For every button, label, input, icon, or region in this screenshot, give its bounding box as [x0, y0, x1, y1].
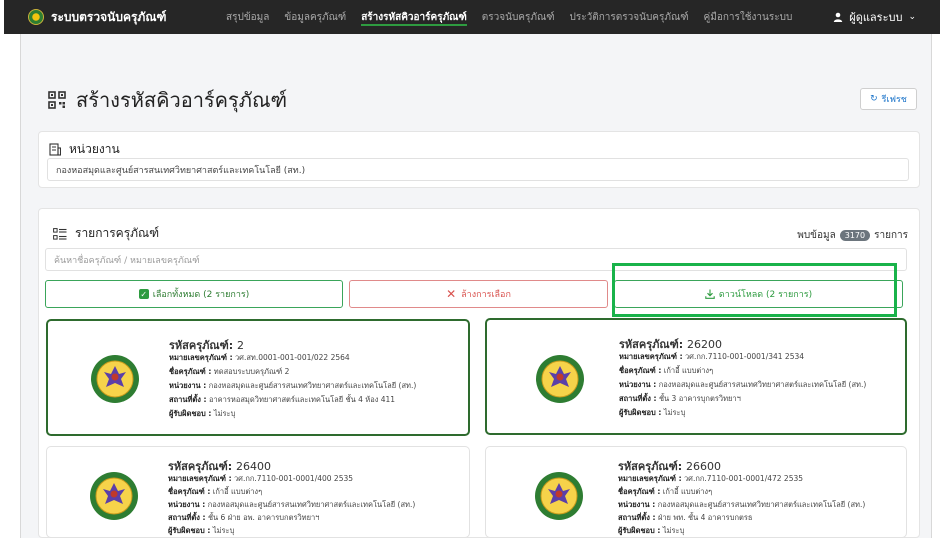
- clear-selection-label: ล้างการเลือก: [461, 290, 511, 300]
- brand[interactable]: ระบบตรวจนับครุภัณฑ์: [28, 8, 166, 27]
- asset-unit: หน่วยงาน : กองหอสมุดและศูนย์สารสนเทศวิทย…: [618, 500, 866, 509]
- asset-list-heading: รายการครุภัณฑ์: [53, 224, 159, 243]
- asset-number: หมายเลขครุภัณฑ์ : วศ.กก.7110-001-0001/40…: [168, 474, 354, 483]
- asset-owner: ผู้รับผิดชอบ : ไม่ระบุ: [168, 526, 235, 535]
- user-menu[interactable]: ผู้ดูแลระบบ ⌄: [833, 0, 916, 34]
- download-highlight-box: [612, 263, 897, 317]
- brand-logo-icon: [28, 9, 44, 25]
- nav-item-manual[interactable]: คู่มือการใช้งานระบบ: [704, 0, 793, 34]
- asset-location: สถานที่ตั้ง : ฝ่าย พท. ชั้น 4 อาคารบกตรธ: [618, 513, 753, 522]
- asset-number: หมายเลขครุภัณฑ์ : วศ.สท.0001-001-001/022…: [169, 353, 350, 362]
- asset-card[interactable]: รหัสครุภัณฑ์: 2 หมายเลขครุภัณฑ์ : วศ.สท.…: [46, 319, 470, 436]
- asset-name: ชื่อครุภัณฑ์ : เก้าอี้ แบบต่างๆ: [619, 366, 714, 375]
- result-count-badge: 3170: [839, 230, 871, 241]
- agency-title: หน่วยงาน: [69, 142, 120, 156]
- asset-location: สถานที่ตั้ง : อาคารหอสมุดวิทยาศาสตร์และเ…: [169, 395, 396, 404]
- asset-unit: หน่วยงาน : กองหอสมุดและศูนย์สารสนเทศวิทย…: [168, 500, 416, 509]
- asset-location: สถานที่ตั้ง : ชั้น 6 ฝ่าย อพ. อาคารบกตรว…: [168, 513, 320, 522]
- chevron-down-icon: ⌄: [908, 12, 916, 22]
- refresh-label: รีเฟรช: [881, 95, 907, 105]
- close-icon: ✕: [446, 287, 457, 301]
- asset-number: หมายเลขครุภัณฑ์ : วศ.กก.7110-001-0001/47…: [618, 474, 804, 483]
- agency-field[interactable]: กองหอสมุดและศูนย์สารสนเทศวิทยาศาสตร์และเ…: [47, 158, 909, 181]
- check-icon: ✓: [138, 289, 149, 299]
- refresh-icon: ↻: [870, 94, 878, 104]
- nav-item-inventory-check[interactable]: ตรวจนับครุภัณฑ์: [482, 0, 555, 34]
- user-icon: [834, 12, 843, 22]
- nav-item-asset-data[interactable]: ข้อมูลครุภัณฑ์: [284, 0, 346, 34]
- select-all-label: เลือกทั้งหมด (2 รายการ): [152, 290, 250, 300]
- qr-code-icon: [48, 91, 66, 109]
- asset-unit: หน่วยงาน : กองหอสมุดและศูนย์สารสนเทศวิทย…: [619, 380, 867, 389]
- agency-heading: หน่วยงาน: [49, 140, 120, 159]
- asset-name: ชื่อครุภัณฑ์ : เก้าอี้ แบบต่างๆ: [168, 487, 263, 496]
- top-navbar: ระบบตรวจนับครุภัณฑ์ สรุปข้อมูล ข้อมูลครุ…: [4, 0, 940, 34]
- nav-item-summary[interactable]: สรุปข้อมูล: [226, 0, 269, 34]
- asset-list-title: รายการครุภัณฑ์: [75, 226, 160, 240]
- result-count-unit: รายการ: [874, 230, 908, 241]
- nav-item-check-history[interactable]: ประวัติการตรวจนับครุภัณฑ์: [570, 0, 689, 34]
- asset-name: ชื่อครุภัณฑ์ : เก้าอี้ แบบต่างๆ: [618, 487, 713, 496]
- asset-owner: ผู้รับผิดชอบ : ไม่ระบุ: [618, 526, 685, 535]
- asset-location: สถานที่ตั้ง : ชั้น 3 อาคารบุกตรวิทยาฯ: [619, 394, 741, 403]
- asset-card[interactable]: รหัสครุภัณฑ์: 26600 หมายเลขครุภัณฑ์ : วศ…: [485, 446, 907, 538]
- emblem-icon: [536, 355, 584, 403]
- page-title: สร้างรหัสคิวอาร์ครุภัณฑ์: [76, 88, 288, 112]
- list-icon: [53, 227, 67, 240]
- main-nav: สรุปข้อมูล ข้อมูลครุภัณฑ์ สร้างรหัสคิวอา…: [226, 0, 807, 34]
- clear-selection-button[interactable]: ✕ ล้างการเลือก: [349, 280, 608, 308]
- user-name: ผู้ดูแลระบบ: [849, 11, 903, 24]
- nav-item-create-qr[interactable]: สร้างรหัสคิวอาร์ครุภัณฑ์: [361, 0, 467, 34]
- asset-number: หมายเลขครุภัณฑ์ : วศ.กก.7110-001-0001/34…: [619, 352, 805, 361]
- asset-owner: ผู้รับผิดชอบ : ไม่ระบุ: [169, 409, 236, 418]
- page-header: สร้างรหัสคิวอาร์ครุภัณฑ์: [48, 84, 287, 116]
- refresh-button[interactable]: ↻ รีเฟรช: [860, 88, 917, 110]
- brand-title: ระบบตรวจนับครุภัณฑ์: [51, 9, 167, 24]
- select-all-button[interactable]: ✓ เลือกทั้งหมด (2 รายการ): [45, 280, 343, 308]
- emblem-icon: [91, 355, 139, 403]
- result-count: พบข้อมูล 3170 รายการ: [797, 228, 908, 243]
- asset-card[interactable]: รหัสครุภัณฑ์: 26400 หมายเลขครุภัณฑ์ : วศ…: [46, 446, 470, 538]
- asset-unit: หน่วยงาน : กองหอสมุดและศูนย์สารสนเทศวิทย…: [169, 381, 417, 390]
- result-count-label: พบข้อมูล: [797, 230, 836, 241]
- emblem-icon: [90, 472, 138, 520]
- emblem-icon: [535, 472, 583, 520]
- asset-owner: ผู้รับผิดชอบ : ไม่ระบุ: [619, 408, 686, 417]
- asset-name: ชื่อครุภัณฑ์ : ทดสอบระบบครุภัณฑ์ 2: [169, 367, 290, 376]
- asset-card[interactable]: รหัสครุภัณฑ์: 26200 หมายเลขครุภัณฑ์ : วศ…: [485, 318, 907, 435]
- building-icon: [49, 143, 61, 156]
